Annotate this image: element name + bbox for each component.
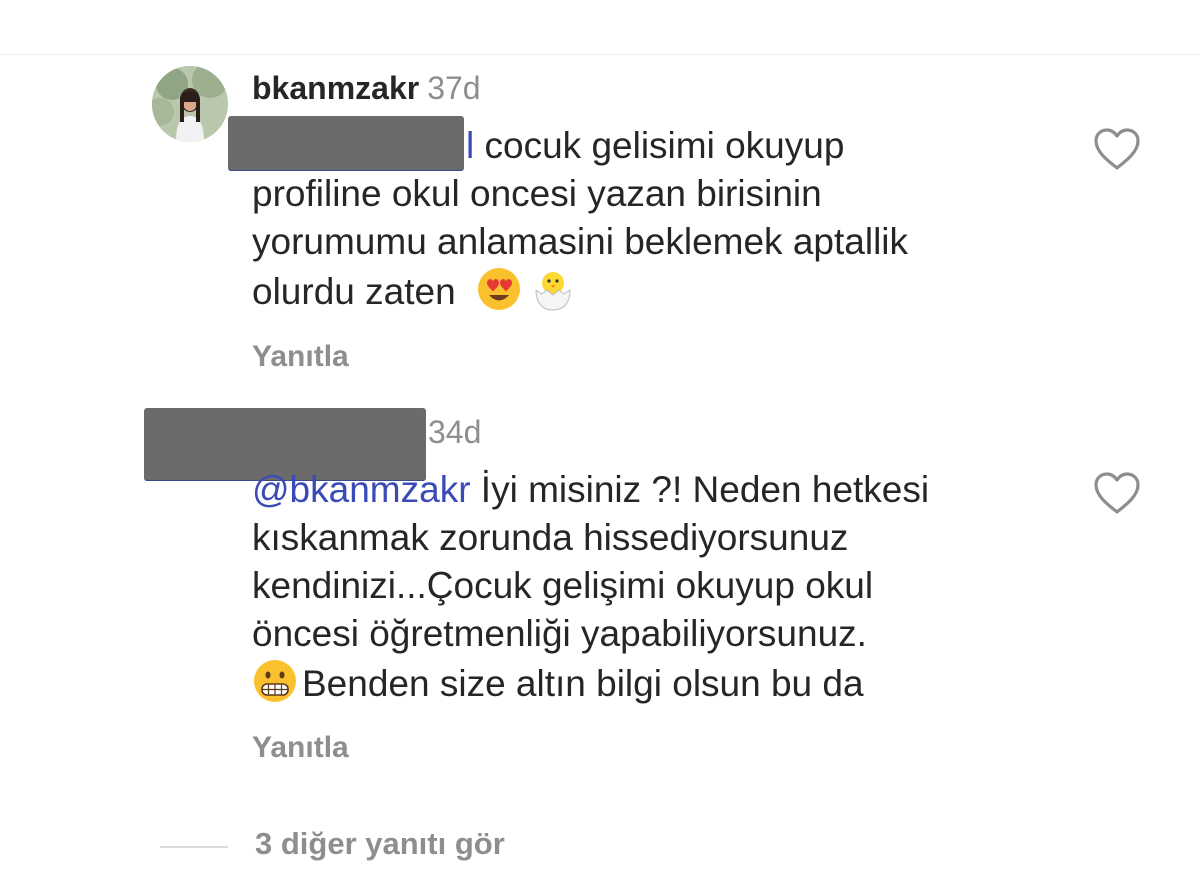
comment-line: olurdu zaten bbox=[252, 266, 584, 316]
redacted-mention bbox=[228, 116, 464, 170]
comment-text: olurdu zaten bbox=[252, 271, 456, 312]
comment-line: kıskanmak zorunda hissediyorsunuz bbox=[252, 517, 849, 558]
comment-line: @bkanmzakr İyi misiniz ?! Neden hetkesi bbox=[252, 466, 929, 514]
reply-button[interactable]: Yanıtla bbox=[252, 731, 349, 765]
timestamp: 37d bbox=[427, 70, 481, 106]
username[interactable]: bkanmzakr bbox=[252, 70, 419, 106]
replies-divider-line bbox=[160, 846, 228, 848]
hatching-chick-emoji bbox=[535, 272, 571, 311]
view-more-replies-button[interactable]: 3 diğer yanıtı gör bbox=[255, 826, 505, 862]
like-heart-icon[interactable] bbox=[1092, 470, 1142, 516]
comment-line: yorumumu anlamasini beklemek aptallik bbox=[252, 221, 909, 262]
avatar[interactable] bbox=[152, 66, 228, 142]
comment-line: Benden size altın bilgi olsun bu da bbox=[252, 658, 864, 708]
mention-link[interactable]: l bbox=[466, 125, 474, 166]
mention-link[interactable]: @bkanmzakr bbox=[252, 469, 471, 510]
comment-header: bkanmzakr 37d bbox=[252, 66, 481, 110]
reply-button[interactable]: Yanıtla bbox=[252, 340, 349, 374]
timestamp: 34d bbox=[428, 414, 482, 450]
top-divider bbox=[0, 54, 1200, 55]
like-heart-icon[interactable] bbox=[1092, 126, 1142, 172]
comment-line: öncesi öğretmenliği yapabiliyorsunuz. bbox=[252, 613, 867, 654]
grimacing-emoji bbox=[254, 660, 296, 702]
comment-text: cocuk gelisimi okuyup bbox=[484, 125, 845, 166]
comment-text: Benden size altın bilgi olsun bu da bbox=[302, 663, 864, 704]
avatar-photo bbox=[152, 66, 228, 142]
comment-line: kendinizi...Çocuk gelişimi okuyup okul bbox=[252, 565, 874, 606]
heart-eyes-emoji bbox=[477, 268, 520, 310]
comment-line: l cocuk gelisimi okuyup bbox=[466, 122, 844, 170]
comment-line: profiline okul oncesi yazan birisinin bbox=[252, 173, 822, 214]
comment-text: İyi misiniz ?! Neden hetkesi bbox=[480, 469, 930, 510]
